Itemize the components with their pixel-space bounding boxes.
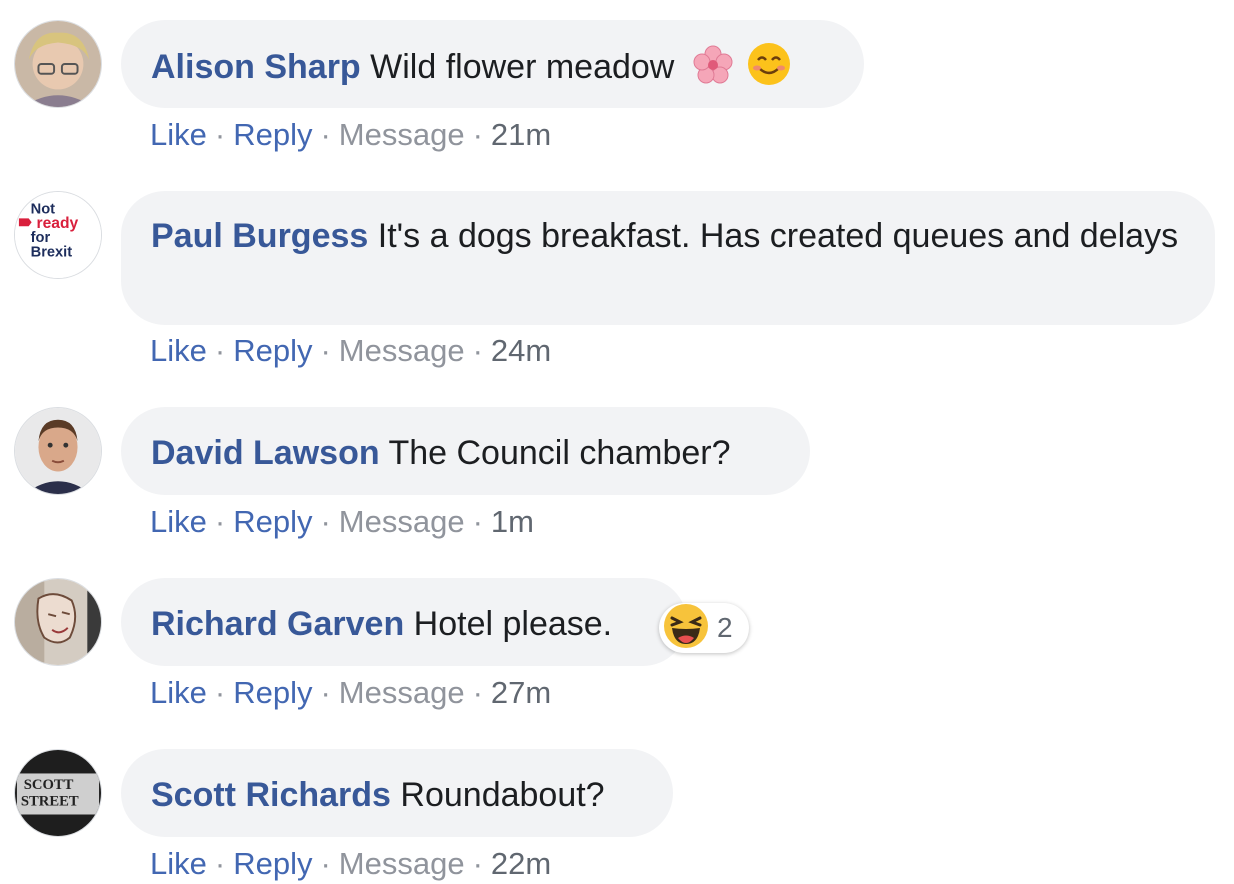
smiling-face-icon	[747, 42, 791, 97]
comment-text: Wild flower meadow	[370, 48, 675, 86]
comment-timestamp[interactable]: 22m	[491, 846, 551, 881]
comment-text: Roundabout?	[400, 776, 605, 814]
separator: ·	[472, 333, 483, 368]
like-link[interactable]: Like	[150, 846, 207, 881]
comment-timestamp[interactable]: 21m	[491, 117, 551, 152]
message-link[interactable]: Message	[339, 504, 465, 539]
like-link[interactable]: Like	[150, 504, 207, 539]
avatar-logo: SCOTT STREET	[15, 750, 101, 836]
separator: ·	[320, 333, 331, 368]
avatar-photo	[15, 408, 101, 494]
haha-reaction-icon	[663, 603, 709, 654]
reaction-count: 2	[717, 612, 733, 643]
like-link[interactable]: Like	[150, 675, 207, 710]
separator: ·	[472, 675, 483, 710]
svg-text:SCOTT: SCOTT	[24, 777, 74, 793]
comment-bubble: David Lawson The Council chamber?	[121, 407, 810, 495]
avatar-photo	[15, 579, 101, 665]
avatar[interactable]: Not ready for Brexit	[14, 191, 102, 279]
comment-text: The Council chamber?	[388, 434, 731, 472]
reply-link[interactable]: Reply	[233, 675, 312, 710]
comment-timestamp[interactable]: 27m	[491, 675, 551, 710]
avatar[interactable]	[14, 578, 102, 666]
avatar[interactable]: SCOTT STREET	[14, 749, 102, 837]
avatar[interactable]	[14, 20, 102, 108]
separator: ·	[214, 846, 226, 881]
separator: ·	[320, 675, 331, 710]
separator: ·	[320, 504, 331, 539]
comment-text: It's a dogs breakfast. Has created queue…	[377, 217, 1179, 255]
like-link[interactable]: Like	[150, 333, 207, 368]
comment-actions: Like · Reply · Message · 1m	[150, 502, 534, 542]
avatar[interactable]	[14, 407, 102, 495]
comment-timestamp[interactable]: 24m	[491, 333, 551, 368]
svg-text:for: for	[31, 230, 51, 246]
svg-text:Brexit: Brexit	[31, 245, 73, 261]
svg-text:STREET: STREET	[21, 794, 79, 810]
separator: ·	[214, 675, 226, 710]
comment-author[interactable]: Paul Burgess	[151, 217, 368, 255]
cherry-blossom-icon	[692, 44, 734, 97]
comment-text: Hotel please.	[413, 605, 613, 643]
reply-link[interactable]: Reply	[233, 504, 312, 539]
comment-author[interactable]: Scott Richards	[151, 776, 391, 814]
comment-bubble: Alison Sharp Wild flower meadow	[121, 20, 864, 108]
comment-author[interactable]: Alison Sharp	[151, 48, 361, 86]
comment-timestamp[interactable]: 1m	[491, 504, 534, 539]
comment-actions: Like · Reply · Message · 27m	[150, 673, 551, 713]
avatar-logo: Not ready for Brexit	[15, 192, 101, 278]
message-link[interactable]: Message	[339, 675, 465, 710]
comment-actions: Like · Reply · Message · 22m	[150, 844, 551, 884]
comment-author[interactable]: Richard Garven	[151, 605, 404, 643]
like-link[interactable]: Like	[150, 117, 207, 152]
comment-bubble: Scott Richards Roundabout?	[121, 749, 673, 837]
comment-actions: Like · Reply · Message · 21m	[150, 115, 551, 155]
reply-link[interactable]: Reply	[233, 117, 312, 152]
separator: ·	[320, 117, 331, 152]
message-link[interactable]: Message	[339, 117, 465, 152]
separator: ·	[214, 504, 226, 539]
comment-bubble: Richard Garven Hotel please.	[121, 578, 687, 666]
separator: ·	[214, 333, 226, 368]
comment-bubble: Paul Burgess It's a dogs breakfast. Has …	[121, 191, 1215, 325]
message-link[interactable]: Message	[339, 333, 465, 368]
separator: ·	[214, 117, 226, 152]
reaction-badge[interactable]: 2	[659, 603, 749, 653]
separator: ·	[320, 846, 331, 881]
comment-author[interactable]: David Lawson	[151, 434, 380, 472]
separator: ·	[472, 846, 483, 881]
reply-link[interactable]: Reply	[233, 846, 312, 881]
separator: ·	[472, 117, 483, 152]
separator: ·	[472, 504, 483, 539]
message-link[interactable]: Message	[339, 846, 465, 881]
reply-link[interactable]: Reply	[233, 333, 312, 368]
avatar-photo	[15, 21, 101, 107]
comment-actions: Like · Reply · Message · 24m	[150, 331, 551, 371]
